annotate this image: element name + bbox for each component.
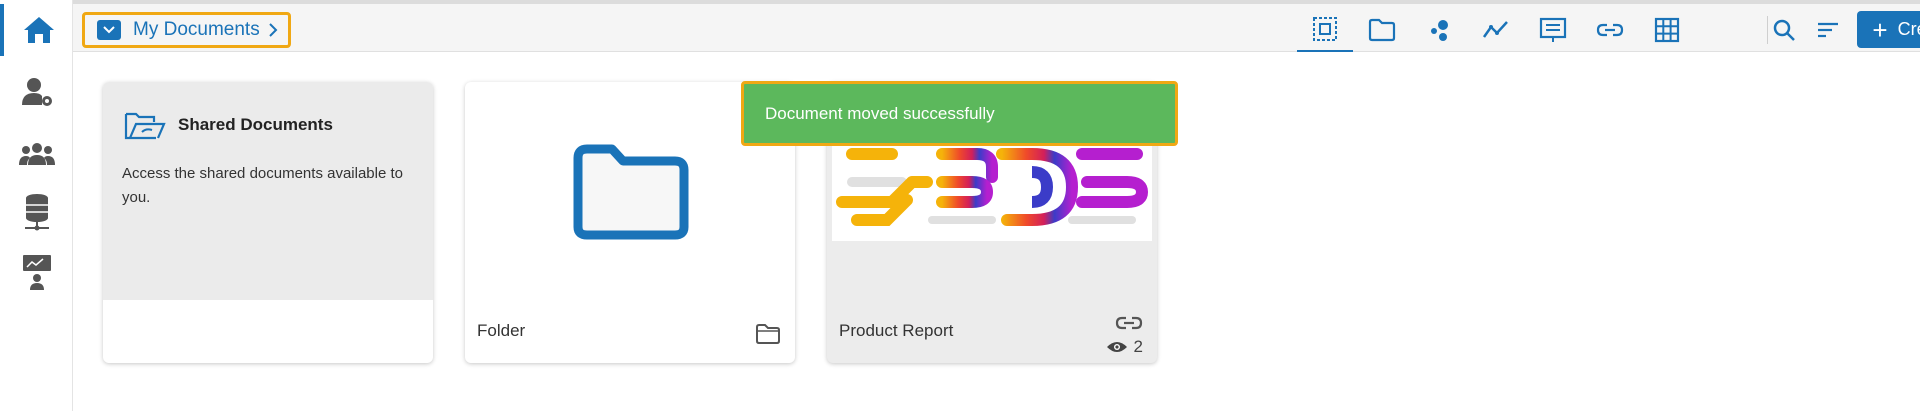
folder-card-label: Folder	[477, 321, 526, 340]
link-icon	[1596, 23, 1624, 37]
search-icon	[1773, 19, 1795, 41]
filter-dashboards-button[interactable]	[1411, 8, 1467, 52]
search-button[interactable]	[1762, 8, 1806, 52]
success-toast[interactable]: Document moved successfully	[741, 81, 1178, 146]
filter-all-button[interactable]	[1297, 8, 1353, 52]
users-group-icon	[18, 143, 55, 165]
create-button-label: Create	[1897, 19, 1920, 39]
folder-dropdown-icon	[97, 20, 121, 40]
line-chart-icon	[1482, 21, 1508, 38]
create-button[interactable]: + Create	[1857, 11, 1920, 48]
folder-type-icon	[756, 324, 780, 344]
chevron-right-icon	[268, 23, 278, 37]
breadcrumb[interactable]: My Documents	[82, 12, 291, 48]
report-icon	[1539, 17, 1567, 42]
home-icon	[23, 17, 54, 43]
sidebar	[0, 0, 73, 411]
database-icon	[24, 194, 49, 231]
grid-view-button[interactable]	[1639, 8, 1695, 52]
view-count: 2	[1106, 337, 1143, 357]
view-count-value: 2	[1133, 337, 1143, 356]
shared-documents-card[interactable]: Shared Documents Access the shared docum…	[103, 82, 433, 363]
filter-folders-button[interactable]	[1354, 8, 1410, 52]
breadcrumb-label: My Documents	[133, 19, 260, 40]
user-gear-icon	[21, 78, 52, 106]
presentation-icon	[22, 255, 51, 290]
bubbles-icon	[1431, 20, 1448, 41]
sort-icon	[1818, 22, 1838, 38]
product-report-thumbnail	[832, 142, 1152, 241]
select-all-icon	[1313, 17, 1337, 41]
sidebar-item-home[interactable]	[0, 4, 73, 56]
link-type-icon	[1115, 316, 1143, 330]
shared-folder-icon	[124, 112, 166, 140]
product-report-label: Product Report	[839, 321, 954, 340]
sidebar-item-data-connectors[interactable]	[0, 186, 73, 238]
filter-charts-button[interactable]	[1468, 8, 1524, 52]
sidebar-item-user-settings[interactable]	[0, 66, 73, 118]
top-toolbar: My Documents + Cr	[73, 0, 1920, 52]
eye-icon	[1106, 342, 1127, 352]
folder-thumbnail-icon	[573, 144, 689, 240]
filter-links-button[interactable]	[1582, 8, 1638, 52]
shared-documents-body: Shared Documents Access the shared docum…	[103, 82, 433, 300]
toast-message: Document moved successfully	[765, 103, 995, 123]
sidebar-item-presenter[interactable]	[0, 246, 73, 298]
filter-reports-button[interactable]	[1525, 8, 1581, 52]
folder-icon	[1368, 18, 1396, 42]
grid-icon	[1654, 17, 1680, 43]
shared-documents-title: Shared Documents	[178, 115, 333, 134]
sort-button[interactable]	[1806, 8, 1850, 52]
sidebar-item-groups[interactable]	[0, 128, 73, 180]
shared-documents-description: Access the shared documents available to…	[122, 165, 403, 206]
plus-icon: +	[1872, 14, 1888, 45]
